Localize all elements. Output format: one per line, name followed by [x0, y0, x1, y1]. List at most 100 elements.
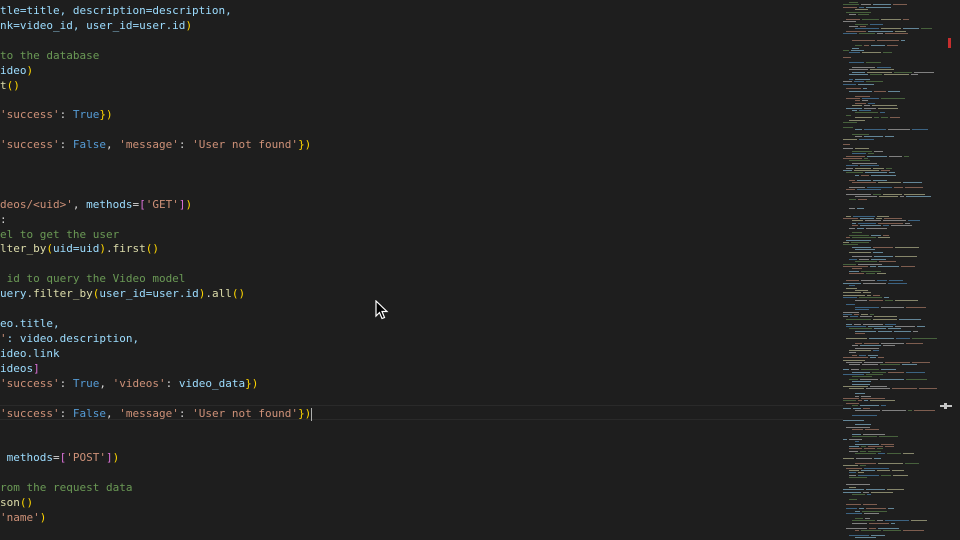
minimap-code-mark	[881, 98, 905, 99]
minimap-code-mark	[855, 9, 868, 11]
minimap-code-mark	[849, 378, 858, 380]
minimap-code-mark	[873, 4, 891, 6]
code-line[interactable]: tle=title, description=description,	[0, 3, 232, 18]
code-line[interactable]: deos/<uid>', methods=['GET'])	[0, 197, 192, 212]
minimap-code-mark	[856, 458, 872, 459]
minimap-code-mark	[849, 119, 865, 121]
minimap-code-mark	[855, 393, 865, 395]
code-line[interactable]: ': video.description,	[0, 331, 139, 346]
minimap-code-mark	[855, 261, 877, 263]
minimap-code-mark	[919, 388, 937, 390]
code-line[interactable]: 'success': True, 'videos': video_data})	[0, 376, 258, 391]
minimap-code-mark	[877, 470, 890, 471]
minimap-code-mark	[883, 345, 895, 347]
code-token: 'videos'	[112, 376, 166, 390]
minimap-code-mark	[872, 105, 897, 107]
minimap-code-mark	[843, 244, 858, 246]
minimap-code-mark	[852, 414, 877, 416]
minimap-code-mark	[865, 220, 881, 222]
minimap-code-mark	[852, 222, 856, 224]
minimap-code-mark	[843, 386, 868, 387]
minimap-code-mark	[863, 88, 867, 90]
code-token: ()	[145, 242, 159, 256]
minimap-code-mark	[849, 52, 860, 54]
code-token: .	[105, 242, 113, 256]
code-line[interactable]: ideo.link	[0, 346, 60, 361]
code-line[interactable]: el to get the user	[0, 227, 119, 242]
code-line[interactable]: id to query the Video model	[0, 271, 186, 286]
minimap-code-mark	[873, 350, 879, 351]
minimap-code-mark	[860, 465, 866, 467]
minimap-code-mark	[870, 386, 887, 387]
minimap-code-mark	[852, 66, 875, 68]
minimap[interactable]	[843, 0, 960, 540]
minimap-code-mark	[849, 26, 858, 27]
minimap-code-mark	[877, 215, 889, 217]
code-token: })	[298, 407, 312, 421]
code-line[interactable]: methods=['POST'])	[0, 450, 120, 465]
minimap-code-mark	[849, 74, 868, 75]
code-line-current[interactable]: 'success': False, 'message': 'User not f…	[0, 405, 843, 421]
arrow-cursor-icon	[375, 300, 389, 320]
minimap-code-mark	[906, 306, 926, 308]
minimap-code-mark	[903, 28, 919, 30]
code-token: : video.description,	[6, 331, 140, 345]
code-line[interactable]: 'success': True})	[0, 107, 113, 122]
minimap-code-mark	[895, 30, 906, 32]
minimap-code-mark	[849, 160, 870, 162]
code-editor[interactable]: tle=title, description=description, nk=vi…	[0, 0, 843, 540]
minimap-code-mark	[864, 467, 889, 469]
minimap-code-mark	[894, 330, 911, 332]
code-token: )	[26, 63, 34, 77]
minimap-code-mark	[843, 359, 865, 361]
minimap-code-mark	[852, 268, 862, 270]
minimap-code-mark	[877, 273, 886, 275]
minimap-code-mark	[849, 352, 856, 354]
minimap-code-mark	[855, 45, 862, 47]
minimap-code-mark	[855, 347, 879, 349]
minimap-code-mark	[883, 530, 901, 531]
code-line[interactable]: :	[0, 212, 7, 227]
minimap-code-mark	[843, 407, 851, 409]
code-line[interactable]: uery.filter_by(user_id=user.id).all()	[0, 286, 245, 301]
minimap-code-mark	[877, 520, 883, 522]
minimap-code-mark	[859, 138, 874, 140]
code-line[interactable]: eo.title,	[0, 316, 60, 331]
minimap-code-mark	[864, 513, 879, 515]
minimap-code-mark	[855, 299, 867, 301]
minimap-code-mark	[862, 364, 878, 366]
code-token: ideos	[0, 361, 34, 375]
code-token: :	[59, 407, 73, 421]
minimap-code-mark	[914, 71, 934, 73]
minimap-code-mark	[843, 294, 865, 296]
minimap-code-mark	[878, 182, 901, 183]
minimap-code-mark	[870, 69, 894, 71]
code-line[interactable]: 'name')	[0, 510, 46, 525]
minimap-code-mark	[873, 294, 880, 296]
code-line[interactable]: 'success': False, 'message': 'User not f…	[0, 137, 311, 152]
minimap-code-mark	[860, 225, 881, 227]
minimap-code-mark	[852, 383, 870, 385]
minimap-code-mark	[881, 117, 888, 119]
code-line[interactable]: ideos]	[0, 361, 40, 376]
code-token: 'success'	[0, 108, 60, 122]
code-line[interactable]: t()	[0, 78, 20, 93]
minimap-code-mark	[849, 350, 871, 351]
minimap-code-mark	[869, 527, 876, 529]
code-line[interactable]: son()	[0, 495, 33, 510]
minimap-code-mark	[846, 11, 871, 13]
code-line[interactable]: to the database	[0, 48, 99, 63]
code-token: uid=uid	[52, 242, 100, 256]
minimap-code-mark	[864, 105, 870, 107]
minimap-code-mark	[890, 117, 900, 119]
code-line[interactable]: nk=video_id, user_id=user.id)	[0, 18, 192, 33]
code-line[interactable]: rom the request data	[0, 480, 132, 495]
code-token: .	[205, 287, 212, 301]
code-line[interactable]: lter_by(uid=uid).first()	[0, 241, 159, 256]
code-line[interactable]: ideo)	[0, 63, 33, 78]
minimap-code-mark	[858, 83, 874, 85]
minimap-code-mark	[866, 62, 881, 63]
code-token: tle=title, description=description,	[0, 4, 232, 17]
minimap-code-mark	[877, 280, 887, 282]
minimap-code-mark	[853, 407, 861, 409]
